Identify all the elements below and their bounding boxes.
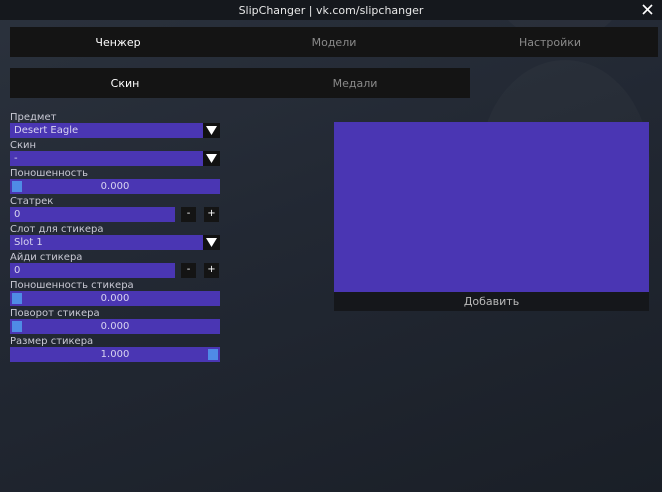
- sticker-scale-value: 1.000: [100, 349, 130, 360]
- slider-grab[interactable]: [208, 349, 218, 360]
- sticker-id-minus-button[interactable]: -: [181, 263, 196, 278]
- wear-slider[interactable]: 0.000: [10, 179, 220, 194]
- sub-tab-bar: Скин Медали: [10, 68, 470, 98]
- close-icon[interactable]: [640, 2, 655, 17]
- sticker-preview-panel: [334, 122, 649, 292]
- tab-medals[interactable]: Медали: [240, 68, 470, 98]
- sticker-id-input[interactable]: 0: [10, 263, 175, 278]
- triangle-down-icon[interactable]: [203, 123, 220, 138]
- triangle-down-icon[interactable]: [203, 151, 220, 166]
- title-bar: SlipChanger | vk.com/slipchanger: [0, 0, 662, 20]
- stattrak-input[interactable]: 0: [10, 207, 175, 222]
- tab-skin[interactable]: Скин: [10, 68, 240, 98]
- triangle-down-icon[interactable]: [203, 235, 220, 250]
- tab-models[interactable]: Модели: [226, 27, 442, 57]
- add-button[interactable]: Добавить: [334, 292, 649, 311]
- slider-grab[interactable]: [12, 321, 22, 332]
- tab-settings[interactable]: Настройки: [442, 27, 658, 57]
- main-tab-bar: Ченжер Модели Настройки: [10, 27, 658, 57]
- slipchanger-window: SlipChanger | vk.com/slipchanger Ченжер …: [0, 0, 662, 492]
- sticker-wear-value: 0.000: [100, 293, 130, 304]
- item-select[interactable]: Desert Eagle: [10, 123, 203, 138]
- stattrak-plus-button[interactable]: +: [204, 207, 219, 222]
- window-title: SlipChanger | vk.com/slipchanger: [238, 4, 424, 17]
- slider-grab[interactable]: [12, 181, 22, 192]
- sticker-rotation-slider[interactable]: 0.000: [10, 319, 220, 334]
- sticker-id-plus-button[interactable]: +: [204, 263, 219, 278]
- slider-grab[interactable]: [12, 293, 22, 304]
- stattrak-minus-button[interactable]: -: [181, 207, 196, 222]
- sticker-rotation-value: 0.000: [100, 321, 130, 332]
- sticker-wear-slider[interactable]: 0.000: [10, 291, 220, 306]
- wear-value: 0.000: [100, 181, 130, 192]
- skin-select[interactable]: -: [10, 151, 203, 166]
- sticker-scale-slider[interactable]: 1.000: [10, 347, 220, 362]
- sticker-slot-select[interactable]: Slot 1: [10, 235, 203, 250]
- tab-changer[interactable]: Ченжер: [10, 27, 226, 57]
